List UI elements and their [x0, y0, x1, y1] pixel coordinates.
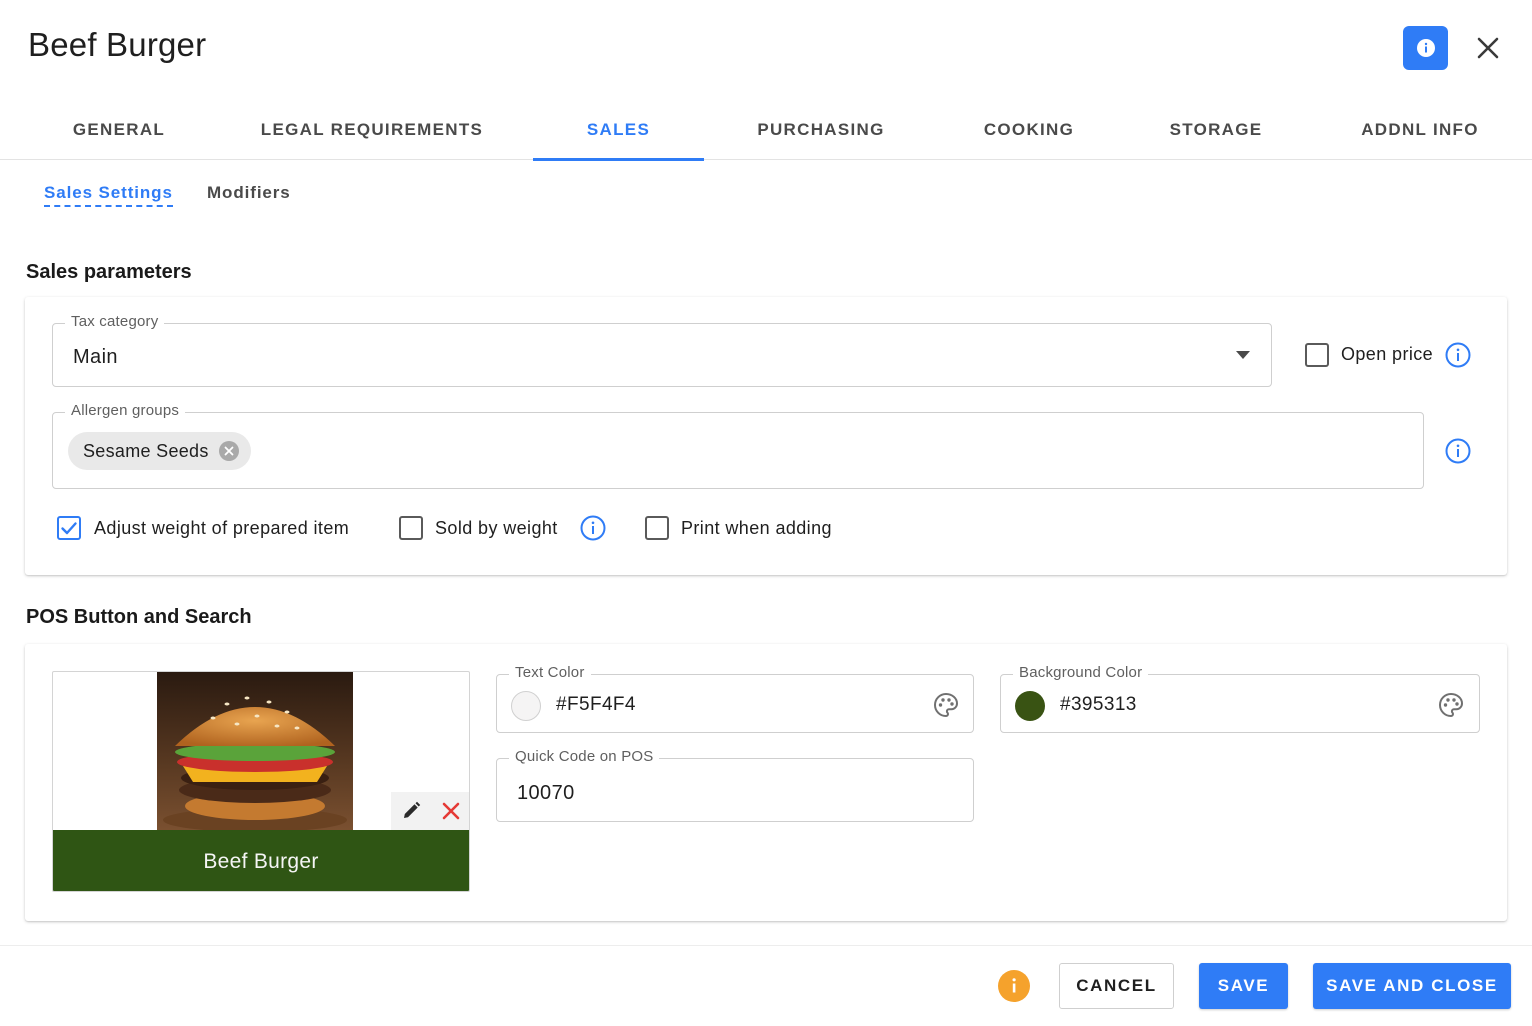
tax-category-value: Main [73, 346, 118, 368]
sold-by-weight-label: Sold by weight [435, 518, 558, 538]
tax-category-select[interactable]: Tax category Main [52, 313, 1272, 387]
quick-code-value: 10070 [517, 782, 575, 804]
tab-purchasing[interactable]: PURCHASING [740, 100, 902, 160]
dialog-footer: CANCEL SAVE SAVE AND CLOSE [0, 945, 1532, 1026]
footer-warning-button[interactable] [998, 970, 1030, 1002]
close-icon [1477, 37, 1499, 59]
allergen-chip: Sesame Seeds [68, 432, 251, 470]
pencil-icon[interactable] [401, 801, 421, 821]
adjust-weight-label: Adjust weight of prepared item [94, 518, 350, 538]
pos-button-heading: POS Button and Search [26, 606, 252, 628]
sold-by-weight-checkbox[interactable] [399, 516, 423, 540]
print-when-adding-label: Print when adding [681, 518, 832, 538]
allergen-groups-field[interactable]: Allergen groups Sesame Seeds [52, 402, 1424, 489]
text-color-swatch [511, 691, 541, 721]
chip-remove-button[interactable] [218, 441, 239, 461]
tab-general[interactable]: GENERAL [40, 100, 198, 160]
palette-icon[interactable] [933, 692, 959, 718]
allergen-info-icon[interactable] [1445, 438, 1471, 464]
tab-legal-requirements[interactable]: LEGAL REQUIREMENTS [240, 100, 504, 160]
open-price-label: Open price [1341, 344, 1434, 364]
burger-image [157, 672, 353, 830]
subtab-sales-settings[interactable]: Sales Settings [44, 183, 173, 207]
allergen-chip-label: Sesame Seeds [83, 440, 209, 461]
text-color-value: #F5F4F4 [556, 694, 636, 715]
tax-category-label: Tax category [65, 313, 165, 330]
background-color-field[interactable]: Background Color #395313 [1000, 664, 1480, 733]
chevron-down-icon [1236, 351, 1250, 359]
image-actions [391, 792, 469, 830]
close-icon[interactable] [441, 801, 461, 821]
info-button[interactable] [1403, 26, 1448, 70]
tab-addnl-info[interactable]: ADDNL INFO [1340, 100, 1500, 160]
tab-cooking[interactable]: COOKING [960, 100, 1098, 160]
tab-sales[interactable]: SALES [533, 100, 704, 161]
quick-code-label: Quick Code on POS [509, 748, 660, 765]
dialog-title: Beef Burger [28, 26, 207, 63]
tab-storage[interactable]: STORAGE [1150, 100, 1282, 160]
sales-parameters-heading: Sales parameters [26, 261, 192, 283]
background-color-label: Background Color [1013, 664, 1149, 681]
pos-button-preview: Beef Burger [52, 671, 470, 892]
text-color-field[interactable]: Text Color #F5F4F4 [496, 664, 974, 733]
info-icon [1416, 39, 1435, 57]
text-color-label: Text Color [509, 664, 591, 681]
cancel-circle-icon [224, 446, 234, 456]
sales-parameters-card: Tax category Main Open price Allergen gr… [25, 297, 1507, 575]
cancel-button[interactable]: CANCEL [1059, 963, 1174, 1009]
open-price-checkbox[interactable] [1305, 343, 1329, 367]
info-icon [1012, 978, 1016, 993]
pos-button-card: Beef Burger Text Color #F5F4F4 Backgroun… [25, 644, 1507, 921]
allergen-groups-label: Allergen groups [65, 402, 186, 419]
check-icon [61, 522, 77, 535]
subtab-modifiers[interactable]: Modifiers [207, 183, 291, 203]
adjust-weight-checkbox[interactable] [57, 516, 81, 540]
quick-code-input[interactable]: Quick Code on POS 10070 [496, 748, 974, 822]
save-and-close-button[interactable]: SAVE AND CLOSE [1313, 963, 1511, 1009]
open-price-info-icon[interactable] [1445, 342, 1471, 368]
save-button[interactable]: SAVE [1199, 963, 1288, 1009]
palette-icon[interactable] [1438, 692, 1464, 718]
main-tabs: GENERAL LEGAL REQUIREMENTS SALES PURCHAS… [0, 100, 1532, 161]
background-color-swatch [1015, 691, 1045, 721]
print-when-adding-checkbox[interactable] [645, 516, 669, 540]
pos-button-caption: Beef Burger [53, 830, 469, 891]
close-button[interactable] [1470, 30, 1506, 66]
sold-by-weight-info-icon[interactable] [580, 515, 606, 541]
background-color-value: #395313 [1060, 694, 1137, 715]
